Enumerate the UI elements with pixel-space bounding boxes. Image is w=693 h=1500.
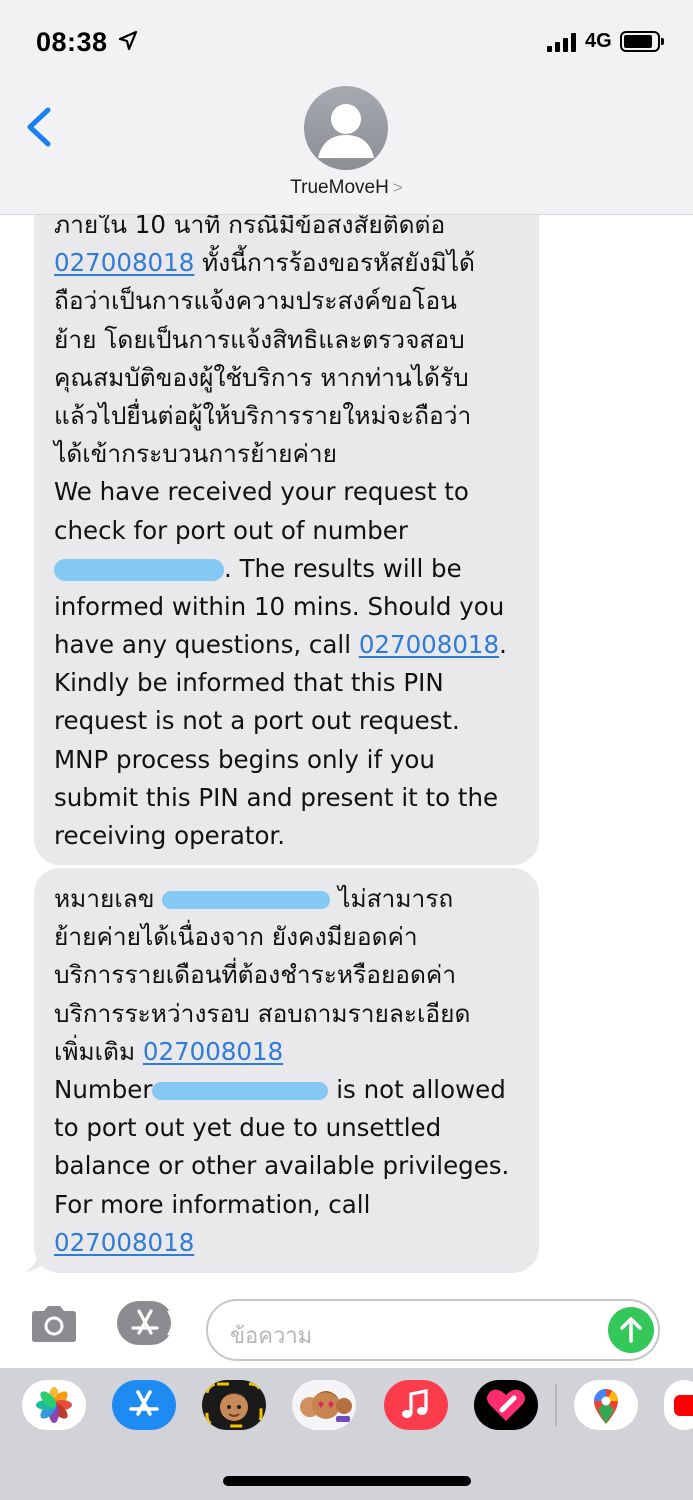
message-line: receiving operator.: [54, 821, 286, 850]
message-line: 027008018 ทั้งนี้การร้องขอรหัสยังมิได้: [54, 244, 519, 282]
contact-name: TrueMoveH: [290, 177, 389, 198]
bubble-tail: [24, 1248, 52, 1272]
phone-link[interactable]: 027008018: [54, 248, 194, 277]
chevron-right-icon: >: [392, 178, 403, 197]
message-line: ย้ายค่ายได้เนื่องจาก ยังคงมียอดค่า: [54, 922, 418, 952]
app-store-icon[interactable]: [112, 1380, 176, 1430]
message-text: .: [499, 630, 507, 660]
youtube-icon[interactable]: [664, 1380, 693, 1430]
message-line: informed within 10 mins. Should you: [54, 591, 505, 621]
cellular-signal-icon: [547, 32, 579, 52]
network-type: 4G: [585, 30, 612, 52]
message-line: have any questions, call 027008018.: [54, 626, 519, 664]
drawer-divider: [555, 1384, 557, 1426]
message-text: หมายเลข: [54, 884, 163, 913]
camera-icon[interactable]: [28, 1304, 80, 1344]
message-text: เพิ่มเติม: [54, 1036, 143, 1066]
phone-link[interactable]: 027008018: [143, 1037, 283, 1066]
app-drawer: [0, 1368, 693, 1500]
photos-icon[interactable]: [22, 1380, 86, 1430]
message-line: Number is not allowed: [54, 1071, 519, 1109]
message-line: . The results will be: [54, 550, 519, 588]
memoji-stickers-icon[interactable]: [292, 1380, 356, 1430]
message-text: . The results will be: [224, 553, 462, 583]
battery-icon: [620, 31, 664, 52]
message-text: ทั้งนี้การร้องขอรหัสยังมิได้: [194, 248, 475, 278]
message-line: แล้วไปยื่นต่อผู้ให้บริการรายใหม่จะถือว่า: [54, 400, 472, 430]
message-line: 027008018: [54, 1224, 519, 1262]
message-line: ถือว่าเป็นการแจ้งความประสงค์ขอโอน: [54, 286, 457, 316]
message-text: is not allowed: [328, 1074, 506, 1104]
message-line: request is not a port out request.: [54, 706, 460, 736]
location-arrow-icon: [118, 30, 138, 51]
message-placeholder: ข้อความ: [230, 1324, 313, 1349]
message-line: เพิ่มเติม 027008018: [54, 1033, 519, 1071]
message-input-bar: ข้อความ: [0, 1288, 693, 1368]
contact-name-button[interactable]: TrueMoveH >: [0, 177, 693, 199]
message-text: ไม่สามารถ: [330, 884, 454, 913]
message-line: For more information, call: [54, 1189, 371, 1219]
memoji-icon[interactable]: [202, 1380, 266, 1430]
home-indicator: [223, 1476, 471, 1486]
messages-screen: ภายใน 10 นาที กรณีมีข้อสงสัยติดต่อ 02700…: [0, 0, 693, 1500]
message-bubble[interactable]: หมายเลข ไม่สามารถ ย้ายค่ายได้เนื่องจาก ย…: [34, 868, 539, 1273]
message-text: Number: [54, 1074, 153, 1104]
message-bubble[interactable]: ภายใน 10 นาที กรณีมีข้อสงสัยติดต่อ 02700…: [34, 160, 539, 865]
message-line: to port out yet due to unsettled: [54, 1113, 442, 1143]
message-line: ย้าย โดยเป็นการแจ้งสิทธิและตรวจสอบ: [54, 324, 465, 354]
message-line: ได้เข้ากระบวนการย้ายค่าย: [54, 439, 338, 469]
redacted-phone-number: [162, 891, 331, 909]
app-store-icon: [131, 1309, 173, 1336]
avatar[interactable]: [304, 86, 388, 170]
message-line: คุณสมบัติของผู้ใช้บริการ หากท่านได้รับ: [54, 362, 469, 392]
message-line: หมายเลข ไม่สามารถ: [54, 880, 519, 918]
person-silhouette-icon: [318, 104, 374, 158]
message-text: have any questions, call: [54, 630, 359, 660]
phone-link[interactable]: 027008018: [54, 1228, 194, 1257]
phone-link[interactable]: 027008018: [359, 630, 499, 659]
send-button[interactable]: [608, 1307, 654, 1353]
message-line: บริการระหว่างรอบ สอบถามรายละเอียด: [54, 998, 471, 1028]
message-line: MNP process begins only if you: [54, 744, 435, 774]
arrow-up-icon: [620, 1317, 642, 1343]
app-store-button[interactable]: [117, 1301, 173, 1345]
message-line: balance or other available privileges.: [54, 1151, 510, 1181]
message-line: check for port out of number: [54, 515, 408, 545]
back-chevron-icon[interactable]: [22, 104, 56, 150]
google-maps-icon[interactable]: [574, 1380, 638, 1430]
conversation-header: 08:38 4G TrueMoveH >: [0, 0, 693, 215]
redacted-phone-number: [54, 558, 224, 581]
message-line: submit this PIN and present it to the: [54, 782, 499, 812]
music-icon[interactable]: [384, 1380, 448, 1430]
status-time: 08:38: [36, 27, 108, 57]
message-line: We have received your request to: [54, 477, 469, 507]
message-line: บริการรายเดือนที่ต้องชำระหรือยอดค่า: [54, 960, 457, 990]
message-text-field[interactable]: ข้อความ: [206, 1299, 660, 1361]
message-line: Kindly be informed that this PIN: [54, 668, 444, 698]
digital-touch-icon[interactable]: [474, 1380, 538, 1430]
redacted-phone-number: [152, 1081, 329, 1100]
